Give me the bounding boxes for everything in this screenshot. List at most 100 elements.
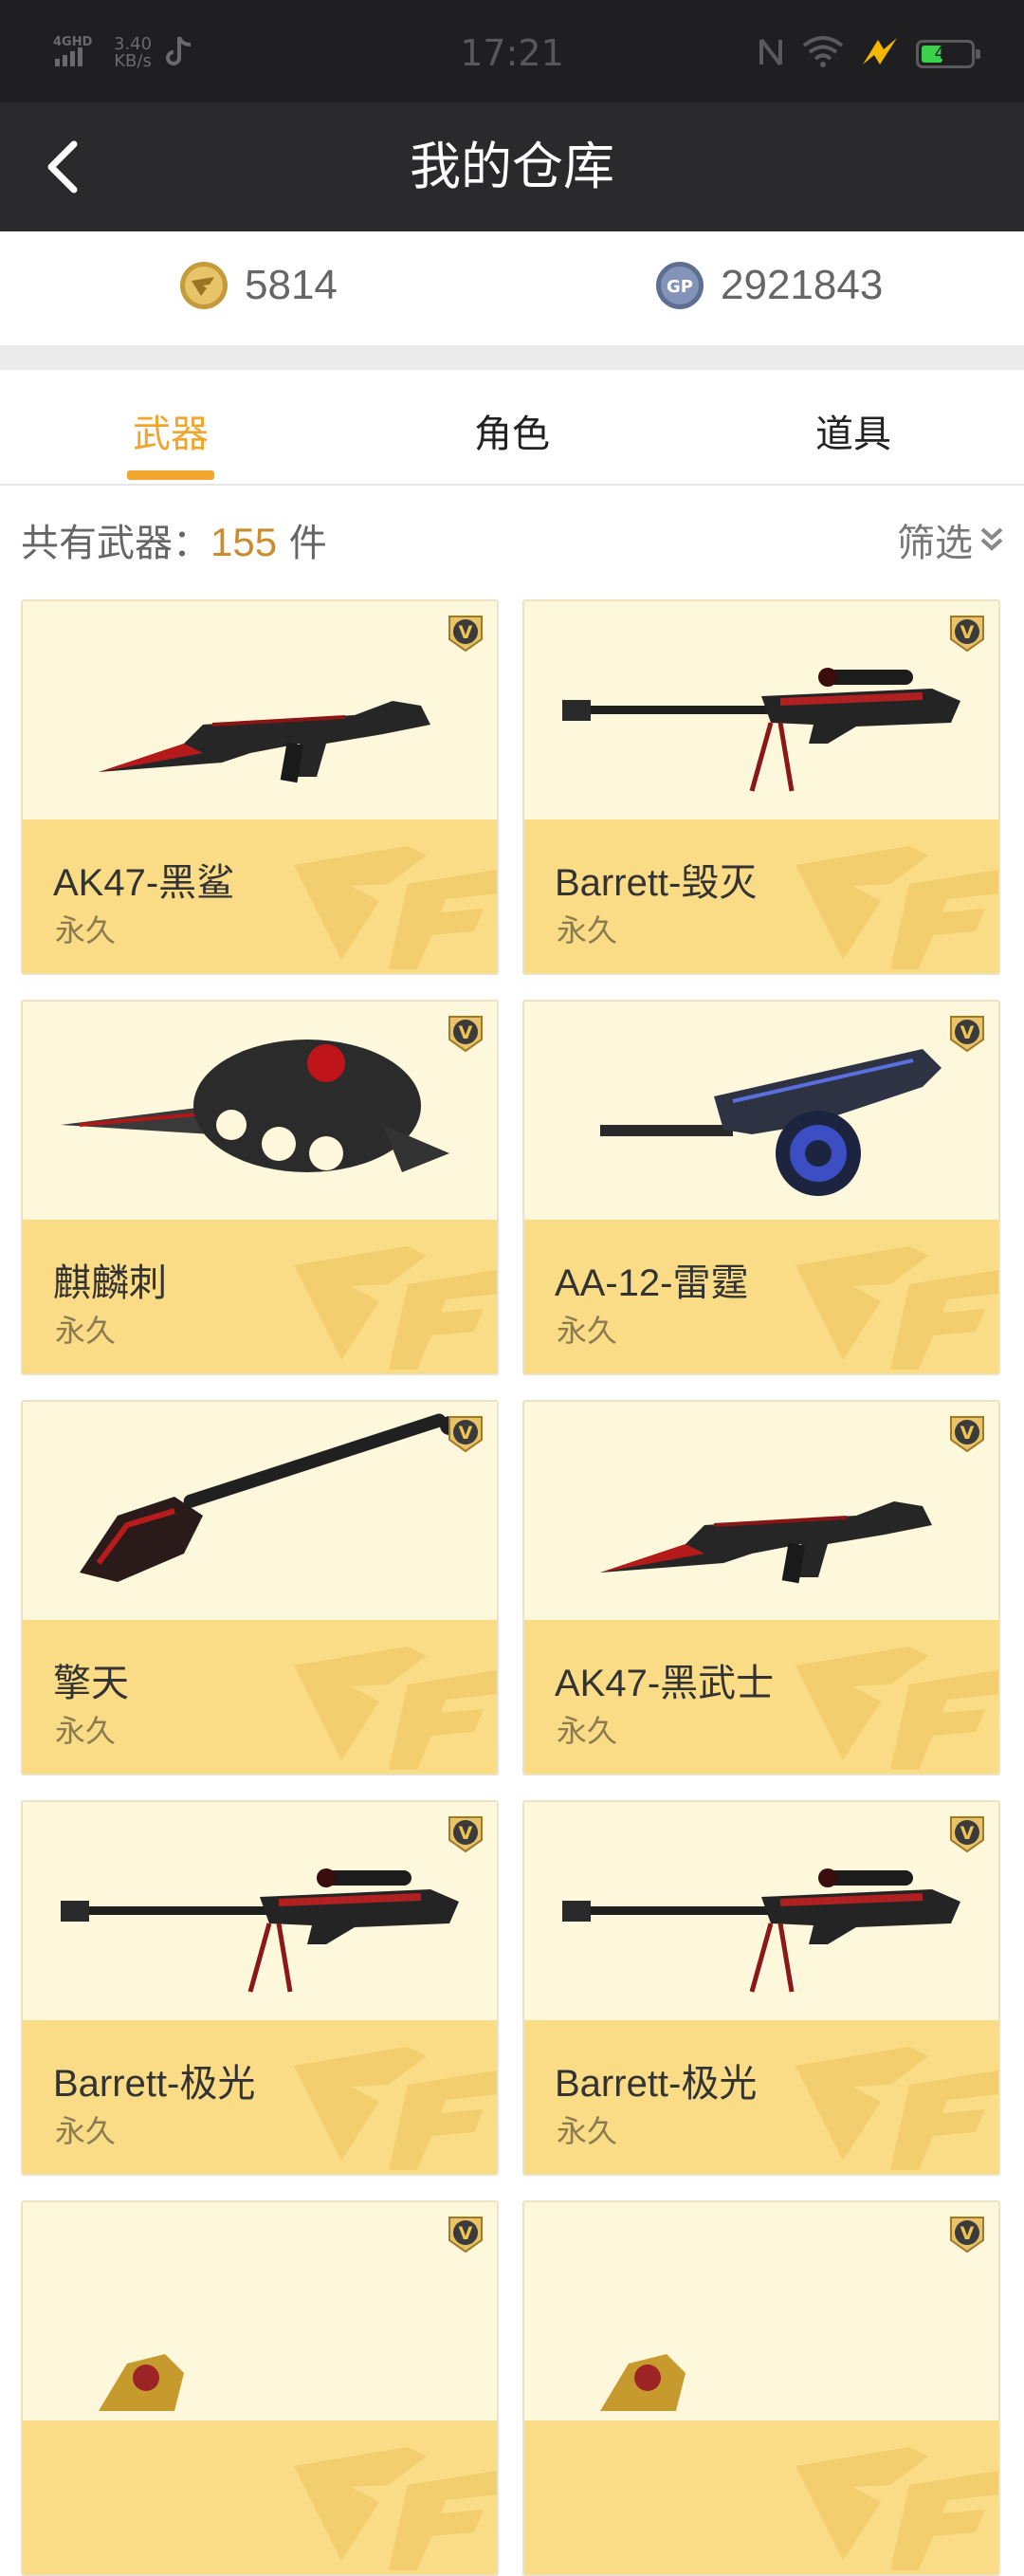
weapon-name: Barrett-极光 — [555, 2063, 758, 2105]
cf-watermark-icon — [294, 1647, 497, 1770]
tab-characters[interactable]: 角色 — [341, 370, 683, 484]
weapon-term: 永久 — [557, 1713, 618, 1749]
weapon-info — [524, 2420, 998, 2574]
gp-coin-icon: GP — [656, 262, 704, 309]
cf-watermark-icon — [795, 2447, 998, 2570]
weapon-term: 永久 — [55, 912, 117, 948]
cf-points-value: 5814 — [245, 262, 338, 308]
svg-text:GP: GP — [667, 277, 693, 297]
weapon-term: 永久 — [557, 912, 618, 948]
wifi-icon — [802, 36, 844, 72]
weapon-name: AK47-黑武士 — [555, 1663, 775, 1704]
gold-weapon-icon — [543, 2212, 979, 2411]
battery-icon: 41 — [916, 40, 980, 68]
weapon-card[interactable]: V 擎天 永久 — [21, 1400, 499, 1776]
svg-text:V: V — [459, 1823, 473, 1844]
weapon-term: 永久 — [55, 1313, 117, 1349]
svg-text:V: V — [960, 622, 975, 643]
gold-weapon-icon — [42, 2212, 478, 2411]
weapon-card[interactable]: V Barrett-毁灭 永久 — [522, 599, 1000, 975]
weapon-name: 擎天 — [53, 1663, 129, 1704]
section-divider — [0, 345, 1024, 370]
charging-icon — [861, 36, 899, 72]
weapon-card[interactable]: V AK47-黑鲨 永久 — [21, 599, 499, 975]
svg-text:V: V — [960, 2223, 975, 2244]
weapon-info: Barrett-毁灭 永久 — [524, 819, 998, 973]
weapon-term: 永久 — [55, 2113, 117, 2149]
weapon-image-area: V — [524, 1802, 998, 2020]
cf-watermark-icon — [795, 1647, 998, 1770]
filter-label: 筛选 — [897, 522, 973, 565]
weapon-info: 麒麟刺 永久 — [23, 1220, 497, 1373]
tab-items[interactable]: 道具 — [683, 370, 1024, 484]
svg-text:V: V — [459, 622, 473, 643]
app-header: 我的仓库 — [0, 102, 1024, 231]
rifle-icon — [543, 1411, 979, 1610]
weapon-image-area: V — [524, 1402, 998, 1620]
svg-text:V: V — [960, 1823, 975, 1844]
svg-text:V: V — [459, 1022, 473, 1043]
sniper-icon — [42, 1812, 478, 2011]
cf-watermark-icon — [795, 1246, 998, 1370]
weapon-image-area: V — [23, 1402, 497, 1620]
count-unit: 件 — [277, 522, 327, 565]
svg-text:V: V — [459, 2223, 473, 2244]
cf-coin-icon — [180, 262, 228, 309]
vip-badge-icon: V — [448, 1416, 483, 1453]
vip-badge-icon: V — [950, 1416, 984, 1453]
cf-watermark-icon — [795, 846, 998, 969]
vip-badge-icon: V — [950, 1816, 984, 1853]
weapon-info: Barrett-极光 永久 — [524, 2020, 998, 2174]
cf-watermark-icon — [294, 846, 497, 969]
sniper-icon — [543, 1812, 979, 2011]
weapon-card[interactable]: V Barrett-极光 永久 — [21, 1800, 499, 2176]
weapon-info — [23, 2420, 497, 2574]
vip-badge-icon: V — [950, 1016, 984, 1053]
cf-watermark-icon — [294, 1246, 497, 1370]
cf-watermark-icon — [294, 2047, 497, 2170]
weapon-count: 共有武器：155 件 — [21, 512, 327, 567]
page-title: 我的仓库 — [410, 137, 614, 196]
vip-badge-icon: V — [448, 2217, 483, 2254]
weapon-image-area: V — [23, 1802, 497, 2020]
weapon-card[interactable]: V Barrett-极光 永久 — [522, 1800, 1000, 2176]
weapon-card[interactable]: V AA-12-雷霆 永久 — [522, 1000, 1000, 1375]
weapon-term: 永久 — [55, 1713, 117, 1749]
vip-badge-icon: V — [448, 616, 483, 653]
weapon-image-area: V — [524, 601, 998, 819]
weapon-term: 永久 — [557, 2113, 618, 2149]
weapon-image-area: V — [524, 1002, 998, 1220]
vip-badge-icon: V — [950, 616, 984, 653]
tab-weapons[interactable]: 武器 — [0, 370, 341, 484]
weapon-image-area: V — [23, 2202, 497, 2420]
nfc-icon — [757, 36, 785, 72]
weapon-name: AA-12-雷霆 — [555, 1262, 749, 1304]
currency-bar: 5814 GP 2921843 — [0, 231, 1024, 345]
weapon-card[interactable]: V — [522, 2200, 1000, 2576]
weapon-info: 擎天 永久 — [23, 1620, 497, 1774]
svg-text:V: V — [960, 1022, 975, 1043]
filter-button[interactable]: 筛选 — [897, 512, 1005, 567]
gp-points: GP 2921843 — [654, 260, 883, 311]
count-label: 共有武器： — [21, 522, 210, 565]
weapon-info: AA-12-雷霆 永久 — [524, 1220, 998, 1373]
double-chevron-down-icon — [980, 527, 1003, 551]
count-value: 155 — [210, 520, 278, 564]
vip-badge-icon: V — [448, 1016, 483, 1053]
weapon-info: Barrett-极光 永久 — [23, 2020, 497, 2174]
weapon-image-area: V — [524, 2202, 998, 2420]
weapon-card[interactable]: V 麒麟刺 永久 — [21, 1000, 499, 1375]
weapon-name: Barrett-毁灭 — [555, 862, 758, 904]
svg-text:V: V — [960, 1423, 975, 1444]
weapon-image-area: V — [23, 601, 497, 819]
status-right: 41 — [757, 36, 980, 72]
weapon-card[interactable]: V AK47-黑武士 永久 — [522, 1400, 1000, 1776]
weapon-card[interactable]: V — [21, 2200, 499, 2576]
gp-points-value: 2921843 — [721, 262, 884, 308]
cf-watermark-icon — [795, 2047, 998, 2170]
sniper-icon — [543, 611, 979, 810]
weapon-info: AK47-黑鲨 永久 — [23, 819, 497, 973]
rifle-icon — [42, 611, 478, 810]
category-tabs: 武器 角色 道具 — [0, 370, 1024, 486]
weapon-name: Barrett-极光 — [53, 2063, 256, 2105]
